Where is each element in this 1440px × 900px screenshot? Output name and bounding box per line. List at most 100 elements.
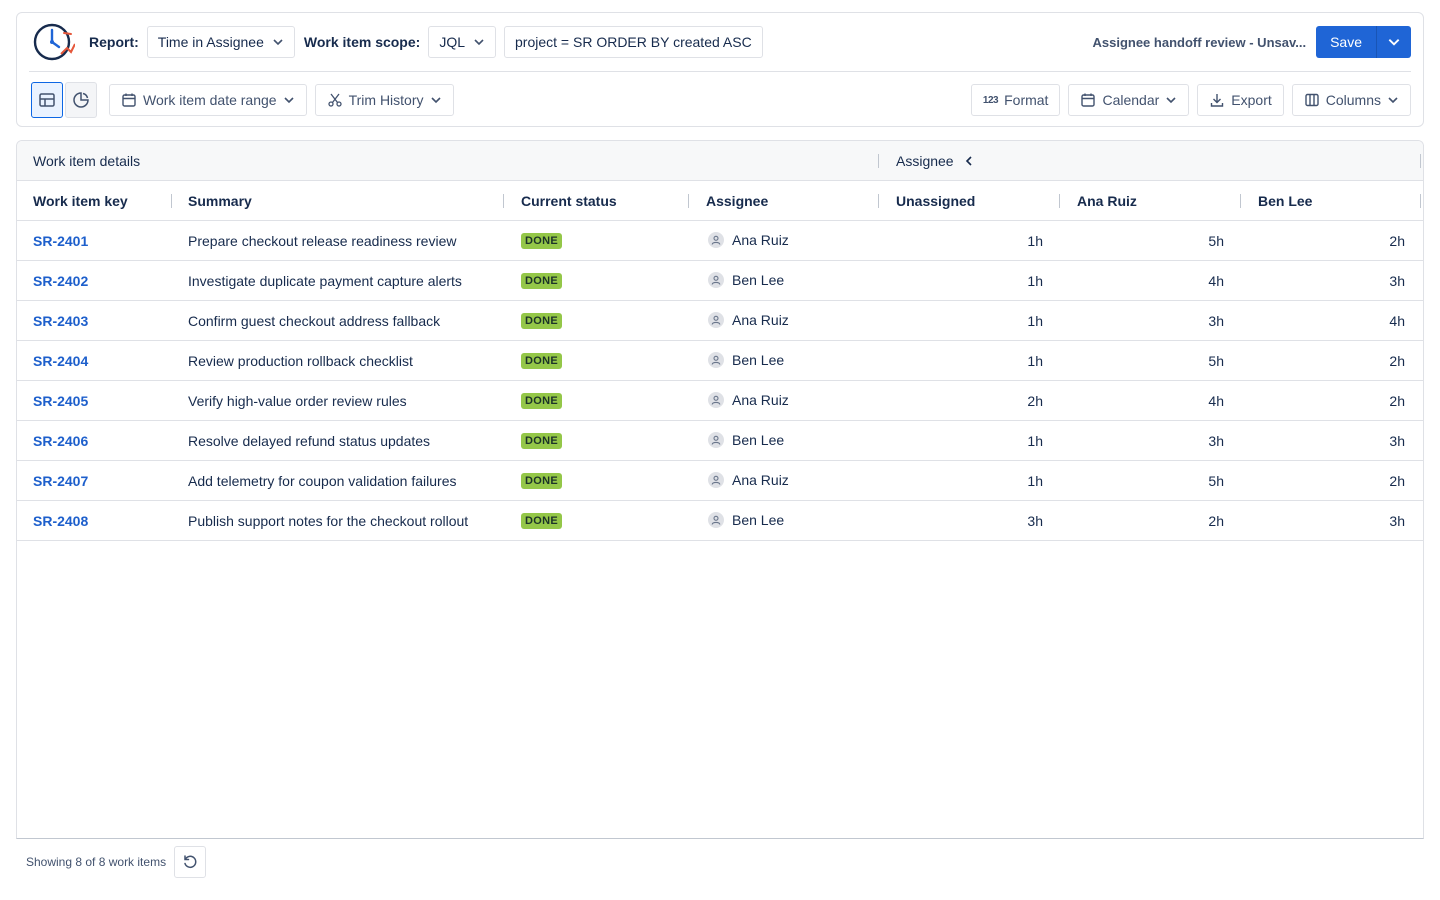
- table-column-header: Work item key Summary Current status Ass…: [17, 181, 1423, 221]
- columns-button[interactable]: Columns: [1291, 84, 1411, 116]
- chevron-down-icon: [284, 97, 294, 104]
- status-badge: DONE: [521, 473, 562, 489]
- column-header-summary[interactable]: Summary: [188, 193, 252, 209]
- download-icon: [1211, 94, 1224, 107]
- work-item-summary: Prepare checkout release readiness revie…: [188, 233, 457, 249]
- user-icon: [711, 515, 721, 525]
- export-label: Export: [1231, 92, 1272, 108]
- work-item-key-link[interactable]: SR-2402: [33, 273, 88, 289]
- column-header-key[interactable]: Work item key: [33, 193, 128, 209]
- chevron-down-icon: [1166, 97, 1176, 104]
- assignee-name: Ana Ruiz: [732, 232, 789, 248]
- scope-mode-select[interactable]: JQL: [428, 26, 496, 58]
- user-icon: [711, 475, 721, 485]
- column-header-ben-lee[interactable]: Ben Lee: [1258, 193, 1312, 209]
- time-ben-lee: 4h: [1389, 313, 1405, 329]
- chevron-down-icon: [474, 39, 484, 46]
- save-options-button[interactable]: [1377, 26, 1411, 58]
- table-view-button[interactable]: [31, 82, 63, 118]
- time-ana-ruiz: 4h: [1208, 393, 1224, 409]
- time-ana-ruiz: 3h: [1208, 433, 1224, 449]
- table-row[interactable]: SR-2403 Confirm guest checkout address fa…: [17, 301, 1423, 341]
- time-ana-ruiz: 5h: [1208, 233, 1224, 249]
- table-row[interactable]: SR-2401 Prepare checkout release readines…: [17, 221, 1423, 261]
- status-badge: DONE: [521, 233, 562, 249]
- calendar-icon: [1081, 93, 1096, 107]
- scope-label: Work item scope:: [303, 34, 421, 50]
- report-label: Report:: [89, 34, 139, 50]
- assignee-name: Ana Ruiz: [732, 312, 789, 328]
- work-item-key-link[interactable]: SR-2403: [33, 313, 88, 329]
- refresh-button[interactable]: [174, 846, 207, 878]
- calendar-icon: [122, 93, 136, 107]
- status-badge: DONE: [521, 513, 562, 529]
- work-item-key-link[interactable]: SR-2405: [33, 393, 88, 409]
- format-button[interactable]: 123 Format: [970, 84, 1061, 116]
- avatar: [708, 472, 724, 488]
- chevron-left-icon[interactable]: [964, 155, 974, 167]
- table-row[interactable]: SR-2406 Resolve delayed refund status upd…: [17, 421, 1423, 461]
- jql-query-input[interactable]: project = SR ORDER BY created ASC: [504, 26, 763, 58]
- report-name: Assignee handoff review - Unsav...: [1092, 34, 1307, 50]
- scope-mode-value: JQL: [439, 34, 465, 50]
- status-badge: DONE: [521, 393, 562, 409]
- work-item-key-link[interactable]: SR-2407: [33, 473, 88, 489]
- assignee-name: Ana Ruiz: [732, 472, 789, 488]
- time-ben-lee: 2h: [1389, 233, 1405, 249]
- table-row[interactable]: SR-2407 Add telemetry for coupon validati…: [17, 461, 1423, 501]
- chevron-down-icon: [430, 97, 441, 104]
- column-header-assignee[interactable]: Assignee: [706, 193, 768, 209]
- time-ben-lee: 3h: [1389, 273, 1405, 289]
- table-row[interactable]: SR-2402 Investigate duplicate payment cap…: [17, 261, 1423, 301]
- work-item-summary: Investigate duplicate payment capture al…: [188, 273, 462, 289]
- chart-view-button[interactable]: [65, 82, 97, 118]
- columns-icon: [1305, 93, 1319, 107]
- chevron-down-icon: [1388, 97, 1398, 104]
- work-item-key-link[interactable]: SR-2404: [33, 353, 88, 369]
- assignee-cell: Ben Lee: [708, 512, 784, 528]
- time-ben-lee: 2h: [1389, 473, 1405, 489]
- calendar-label: Calendar: [1102, 92, 1160, 108]
- status-badge: DONE: [521, 273, 562, 289]
- scissors-icon: [327, 93, 342, 107]
- avatar: [708, 352, 724, 368]
- calendar-button[interactable]: Calendar: [1068, 84, 1190, 116]
- user-icon: [711, 395, 721, 405]
- avatar: [708, 392, 724, 408]
- jql-query-value: project = SR ORDER BY created ASC: [515, 34, 752, 50]
- work-item-key-link[interactable]: SR-2401: [33, 233, 88, 249]
- save-button-group: Save: [1316, 26, 1411, 58]
- assignee-name: Ana Ruiz: [732, 392, 789, 408]
- time-unassigned: 1h: [1027, 353, 1043, 369]
- column-header-status[interactable]: Current status: [521, 193, 617, 209]
- table-icon: [39, 93, 55, 107]
- save-button[interactable]: Save: [1316, 26, 1377, 58]
- view-toggle: [31, 82, 97, 118]
- table-footer: Showing 8 of 8 work items: [16, 846, 207, 878]
- avatar: [708, 312, 724, 328]
- table-row[interactable]: SR-2404 Review production rollback checkl…: [17, 341, 1423, 381]
- time-ben-lee: 2h: [1389, 393, 1405, 409]
- work-item-key-link[interactable]: SR-2408: [33, 513, 88, 529]
- time-unassigned: 1h: [1027, 313, 1043, 329]
- date-range-button[interactable]: Work item date range: [109, 84, 307, 116]
- work-item-key-link[interactable]: SR-2406: [33, 433, 88, 449]
- time-unassigned: 3h: [1027, 513, 1043, 529]
- column-header-unassigned[interactable]: Unassigned: [896, 193, 975, 209]
- group-header-assignee[interactable]: Assignee: [896, 153, 974, 169]
- avatar: [708, 272, 724, 288]
- report-select[interactable]: Time in Assignee: [146, 26, 295, 58]
- trim-history-button[interactable]: Trim History: [314, 84, 454, 116]
- trim-history-label: Trim History: [348, 92, 424, 108]
- table-row[interactable]: SR-2405 Verify high-value order review ru…: [17, 381, 1423, 421]
- column-header-ana-ruiz[interactable]: Ana Ruiz: [1077, 193, 1137, 209]
- format-label: Format: [1004, 92, 1049, 108]
- table-row[interactable]: SR-2408 Publish support notes for the che…: [17, 501, 1423, 541]
- report-header-row: Report: Time in Assignee Work item scope…: [29, 13, 1411, 72]
- assignee-cell: Ben Lee: [708, 432, 784, 448]
- export-button[interactable]: Export: [1197, 84, 1284, 116]
- time-ana-ruiz: 4h: [1208, 273, 1224, 289]
- clock-logo-icon: [33, 23, 75, 61]
- number-format-icon: 123: [982, 94, 999, 106]
- date-range-label: Work item date range: [143, 92, 277, 108]
